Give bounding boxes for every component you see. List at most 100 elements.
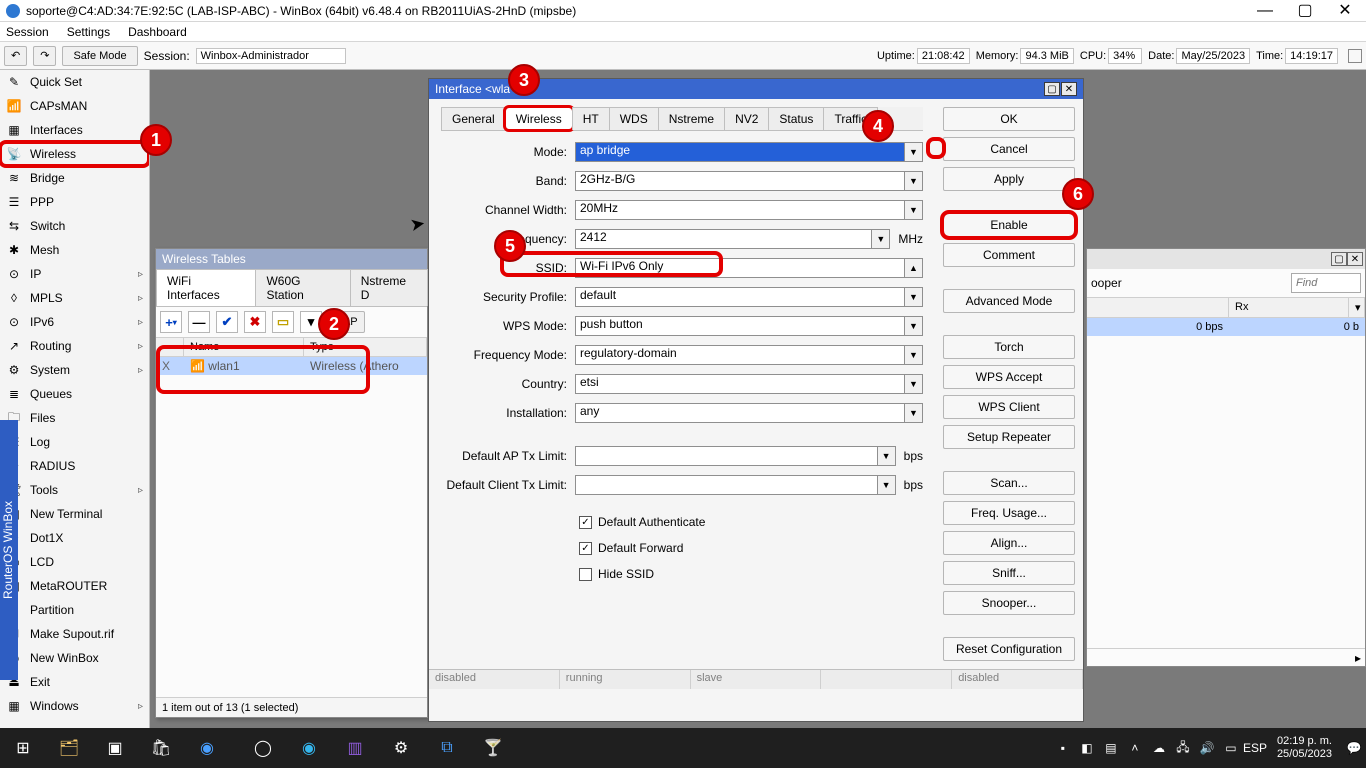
torch-button[interactable]: Torch [943,335,1075,359]
tray-chevron-icon[interactable]: ˄ [1123,741,1147,755]
freq-usage--button[interactable]: Freq. Usage... [943,501,1075,525]
check-default-forward[interactable]: ✓Default Forward [579,535,923,561]
undo-button[interactable]: ↶ [4,46,27,66]
edge-icon[interactable]: ◉ [286,728,332,768]
network-icon[interactable]: 🖧 [1171,738,1195,759]
wireless-tables-title[interactable]: Wireless Tables [156,249,427,269]
dialog-tab-wds[interactable]: WDS [609,107,659,130]
tab-wifi-interfaces[interactable]: WiFi Interfaces [156,269,256,306]
dialog-tab-ht[interactable]: HT [572,107,610,130]
dialog-tab-nstreme[interactable]: Nstreme [658,107,725,130]
right-restore-button[interactable]: ▢ [1331,252,1347,266]
enable-button[interactable]: Enable [943,213,1075,237]
sidebar-item-ipv6[interactable]: ⊙IPv6▹ [0,310,149,334]
dropdown-secprof[interactable]: ▼ [905,287,923,307]
battery-icon[interactable]: ▭ [1219,741,1243,755]
input-band[interactable]: 2GHz-B/G [575,171,905,191]
check-hide-ssid[interactable]: Hide SSID [579,561,923,587]
sidebar-item-system[interactable]: ⚙System▹ [0,358,149,382]
vscode-icon[interactable]: ⧉ [424,728,470,768]
align--button[interactable]: Align... [943,531,1075,555]
input-aptx[interactable] [575,446,878,466]
setup-repeater-button[interactable]: Setup Repeater [943,425,1075,449]
dropdown-freqmode[interactable]: ▼ [905,345,923,365]
sidebar-item-make-supout-rif[interactable]: 🗎Make Supout.rif [0,622,149,646]
settings-icon[interactable]: ⚙ [378,728,424,768]
col-name[interactable]: Name [184,338,304,356]
dialog-tab-general[interactable]: General [441,107,506,130]
snooper--button[interactable]: Snooper... [943,591,1075,615]
dropdown-cltx[interactable]: ▼ [878,475,896,495]
sidebar-item-files[interactable]: 🗀Files [0,406,149,430]
dialog-tab-wireless[interactable]: Wireless [505,107,573,130]
dropdown-wpsmode[interactable]: ▼ [905,316,923,336]
sidebar-item-metarouter[interactable]: ▦MetaROUTER [0,574,149,598]
apply-button[interactable]: Apply [943,167,1075,191]
app-icon[interactable]: 🍸 [470,728,516,768]
close-button[interactable]: ✕ [1336,4,1354,18]
right-scroll-right-icon[interactable]: ▸ [1355,651,1365,665]
tab-nstreme-d[interactable]: Nstreme D [350,269,428,306]
sidebar-item-windows[interactable]: ▦Windows▹ [0,694,149,718]
sidebar-item-partition[interactable]: ◔Partition [0,598,149,622]
enable-row-button[interactable]: ✔ [216,311,238,333]
notifications-icon[interactable]: 💬 [1342,741,1366,755]
explorer-icon[interactable]: 🗂 [46,728,92,768]
dialog-restore-button[interactable]: ▢ [1044,82,1060,96]
col-rx[interactable]: Rx [1229,298,1349,317]
comment-button[interactable]: Comment [943,243,1075,267]
sidebar-item-capsman[interactable]: 📶CAPsMAN [0,94,149,118]
sidebar-item-log[interactable]: ☰Log [0,430,149,454]
onedrive-icon[interactable]: ☁ [1147,741,1171,755]
redo-button[interactable]: ↷ [33,46,56,66]
advanced-mode-button[interactable]: Advanced Mode [943,289,1075,313]
ok-button[interactable]: OK [943,107,1075,131]
sidebar-item-mpls[interactable]: ◊MPLS▹ [0,286,149,310]
sidebar-item-switch[interactable]: ⇆Switch [0,214,149,238]
dropdown-country[interactable]: ▼ [905,374,923,394]
right-close-button[interactable]: ✕ [1347,252,1363,266]
input-install[interactable]: any [575,403,905,423]
menu-settings[interactable]: Settings [67,25,110,39]
winbox-taskbar-icon[interactable]: ◉ [184,728,230,768]
input-freq[interactable]: 2412 [575,229,872,249]
store-icon[interactable]: 🛍 [138,728,184,768]
dialog-close-button[interactable]: ✕ [1061,82,1077,96]
dropdown-band[interactable]: ▼ [905,171,923,191]
input-country[interactable]: etsi [575,374,905,394]
sidebar-item-lcd[interactable]: ▭LCD [0,550,149,574]
col-type[interactable]: Type [304,338,427,356]
dropdown-freq[interactable]: ▼ [872,229,890,249]
sidebar-item-queues[interactable]: ≣Queues [0,382,149,406]
dialog-tab-nv2[interactable]: NV2 [724,107,769,130]
check-default-authenticate[interactable]: ✓Default Authenticate [579,509,923,535]
dropdown-mode[interactable]: ▼ [905,142,923,162]
tray-icon[interactable]: ▪ [1051,741,1075,755]
chrome-icon[interactable]: ◯ [240,728,286,768]
input-ssid[interactable]: Wi-Fi IPv6 Only [575,258,905,278]
dialog-tab-status[interactable]: Status [768,107,824,130]
sidebar-item-dot1x[interactable]: ✦Dot1X [0,526,149,550]
language-indicator[interactable]: ESP [1243,741,1267,755]
input-secprof[interactable]: default [575,287,905,307]
wps-accept-button[interactable]: WPS Accept [943,365,1075,389]
disable-row-button[interactable]: ✖ [244,311,266,333]
interface-row-wlan1[interactable]: X 📶 wlan1 Wireless (Athero [156,357,427,375]
dropdown-aptx[interactable]: ▼ [878,446,896,466]
terminal-icon[interactable]: ▣ [92,728,138,768]
sidebar-item-bridge[interactable]: ≋Bridge [0,166,149,190]
sidebar-item-routing[interactable]: ↗Routing▹ [0,334,149,358]
sidebar-item-ppp[interactable]: ☰PPP [0,190,149,214]
input-wpsmode[interactable]: push button [575,316,905,336]
safe-mode-button[interactable]: Safe Mode [62,46,137,66]
input-mode[interactable]: ap bridge [575,142,905,162]
toolbar-toggle[interactable] [1348,49,1362,63]
dropdown-install[interactable]: ▼ [905,403,923,423]
cancel-button[interactable]: Cancel [943,137,1075,161]
sidebar-item-exit[interactable]: ⏏Exit [0,670,149,694]
add-button[interactable]: +▾ [160,311,182,333]
remove-button[interactable]: — [188,311,210,333]
find-input[interactable] [1291,273,1361,293]
menu-session[interactable]: Session [6,25,49,39]
comment-button[interactable]: ▭ [272,311,294,333]
